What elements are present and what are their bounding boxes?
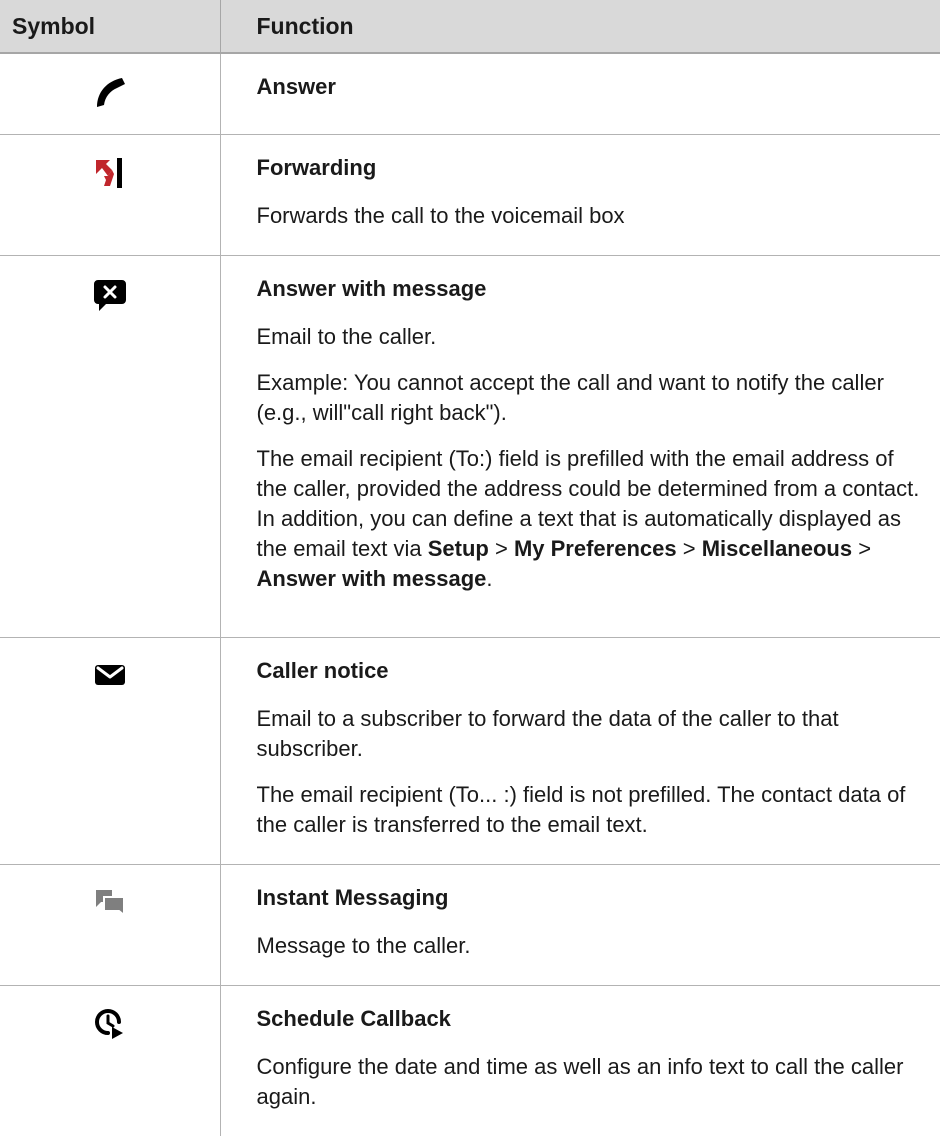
function-description: Configure the date and time as well as a…: [256, 1053, 904, 1109]
function-example: Example: You cannot accept the call and …: [256, 369, 884, 425]
function-title: Answer with message: [256, 275, 487, 301]
function-details: The email recipient (To:) field is prefi…: [257, 444, 929, 594]
table-row: Caller notice Email to a subscriber to f…: [0, 637, 940, 865]
table-row: Answer with message Email to the caller.…: [0, 255, 940, 638]
envelope-icon: [93, 659, 127, 697]
function-cell: Caller notice Email to a subscriber to f…: [219, 637, 940, 865]
menu-path-answer-with-message: Answer with message: [256, 565, 487, 591]
function-description: Email to a subscriber to forward the dat…: [256, 705, 839, 761]
function-title: Forwarding: [256, 154, 377, 180]
symbol-cell: [0, 255, 220, 638]
symbol-cell: [0, 864, 220, 986]
menu-separator: >: [494, 535, 508, 561]
function-description: Email to the caller.: [256, 323, 437, 349]
symbol-cell: [0, 985, 220, 1136]
function-description: Forwards the call to the voicemail box: [256, 202, 625, 228]
sentence-end: .: [486, 565, 493, 591]
function-title: Caller notice: [256, 657, 389, 683]
header-function: Function: [219, 0, 940, 54]
function-cell: Forwarding Forwards the call to the voic…: [219, 134, 940, 256]
function-details: The email recipient (To... :) field is n…: [256, 781, 906, 837]
table-header-row: Symbol Function: [0, 0, 940, 54]
function-cell: Schedule Callback Configure the date and…: [219, 985, 940, 1136]
menu-path-my-preferences: My Preferences: [513, 535, 677, 561]
function-title: Schedule Callback: [256, 1005, 451, 1031]
function-title: Instant Messaging: [256, 884, 449, 910]
table-row: Schedule Callback Configure the date and…: [0, 985, 940, 1136]
forward-to-voicemail-icon: [94, 156, 126, 198]
function-description: Message to the caller.: [256, 932, 471, 958]
symbol-cell: [0, 134, 220, 256]
symbol-cell: [0, 53, 220, 135]
symbol-function-table: Symbol Function Answer Forwarding Forwar…: [0, 0, 940, 1136]
header-symbol: Symbol: [0, 0, 220, 54]
symbol-cell: [0, 637, 220, 865]
menu-separator: >: [858, 535, 872, 561]
function-title: Answer: [256, 74, 336, 99]
table-row: Forwarding Forwards the call to the voic…: [0, 134, 940, 256]
function-cell: Answer with message Email to the caller.…: [219, 255, 940, 638]
function-cell: Instant Messaging Message to the caller.: [219, 864, 940, 986]
menu-separator: >: [682, 535, 696, 561]
table-row: Instant Messaging Message to the caller.: [0, 864, 940, 986]
chat-bubbles-icon: [93, 886, 127, 926]
phone-handset-icon: [93, 75, 127, 117]
chat-bubble-x-icon: [92, 277, 128, 321]
menu-path-setup: Setup: [427, 535, 489, 561]
menu-path-miscellaneous: Miscellaneous: [701, 535, 853, 561]
schedule-callback-icon: [93, 1007, 127, 1051]
function-cell: Answer: [219, 53, 940, 135]
table-row: Answer: [0, 53, 940, 135]
